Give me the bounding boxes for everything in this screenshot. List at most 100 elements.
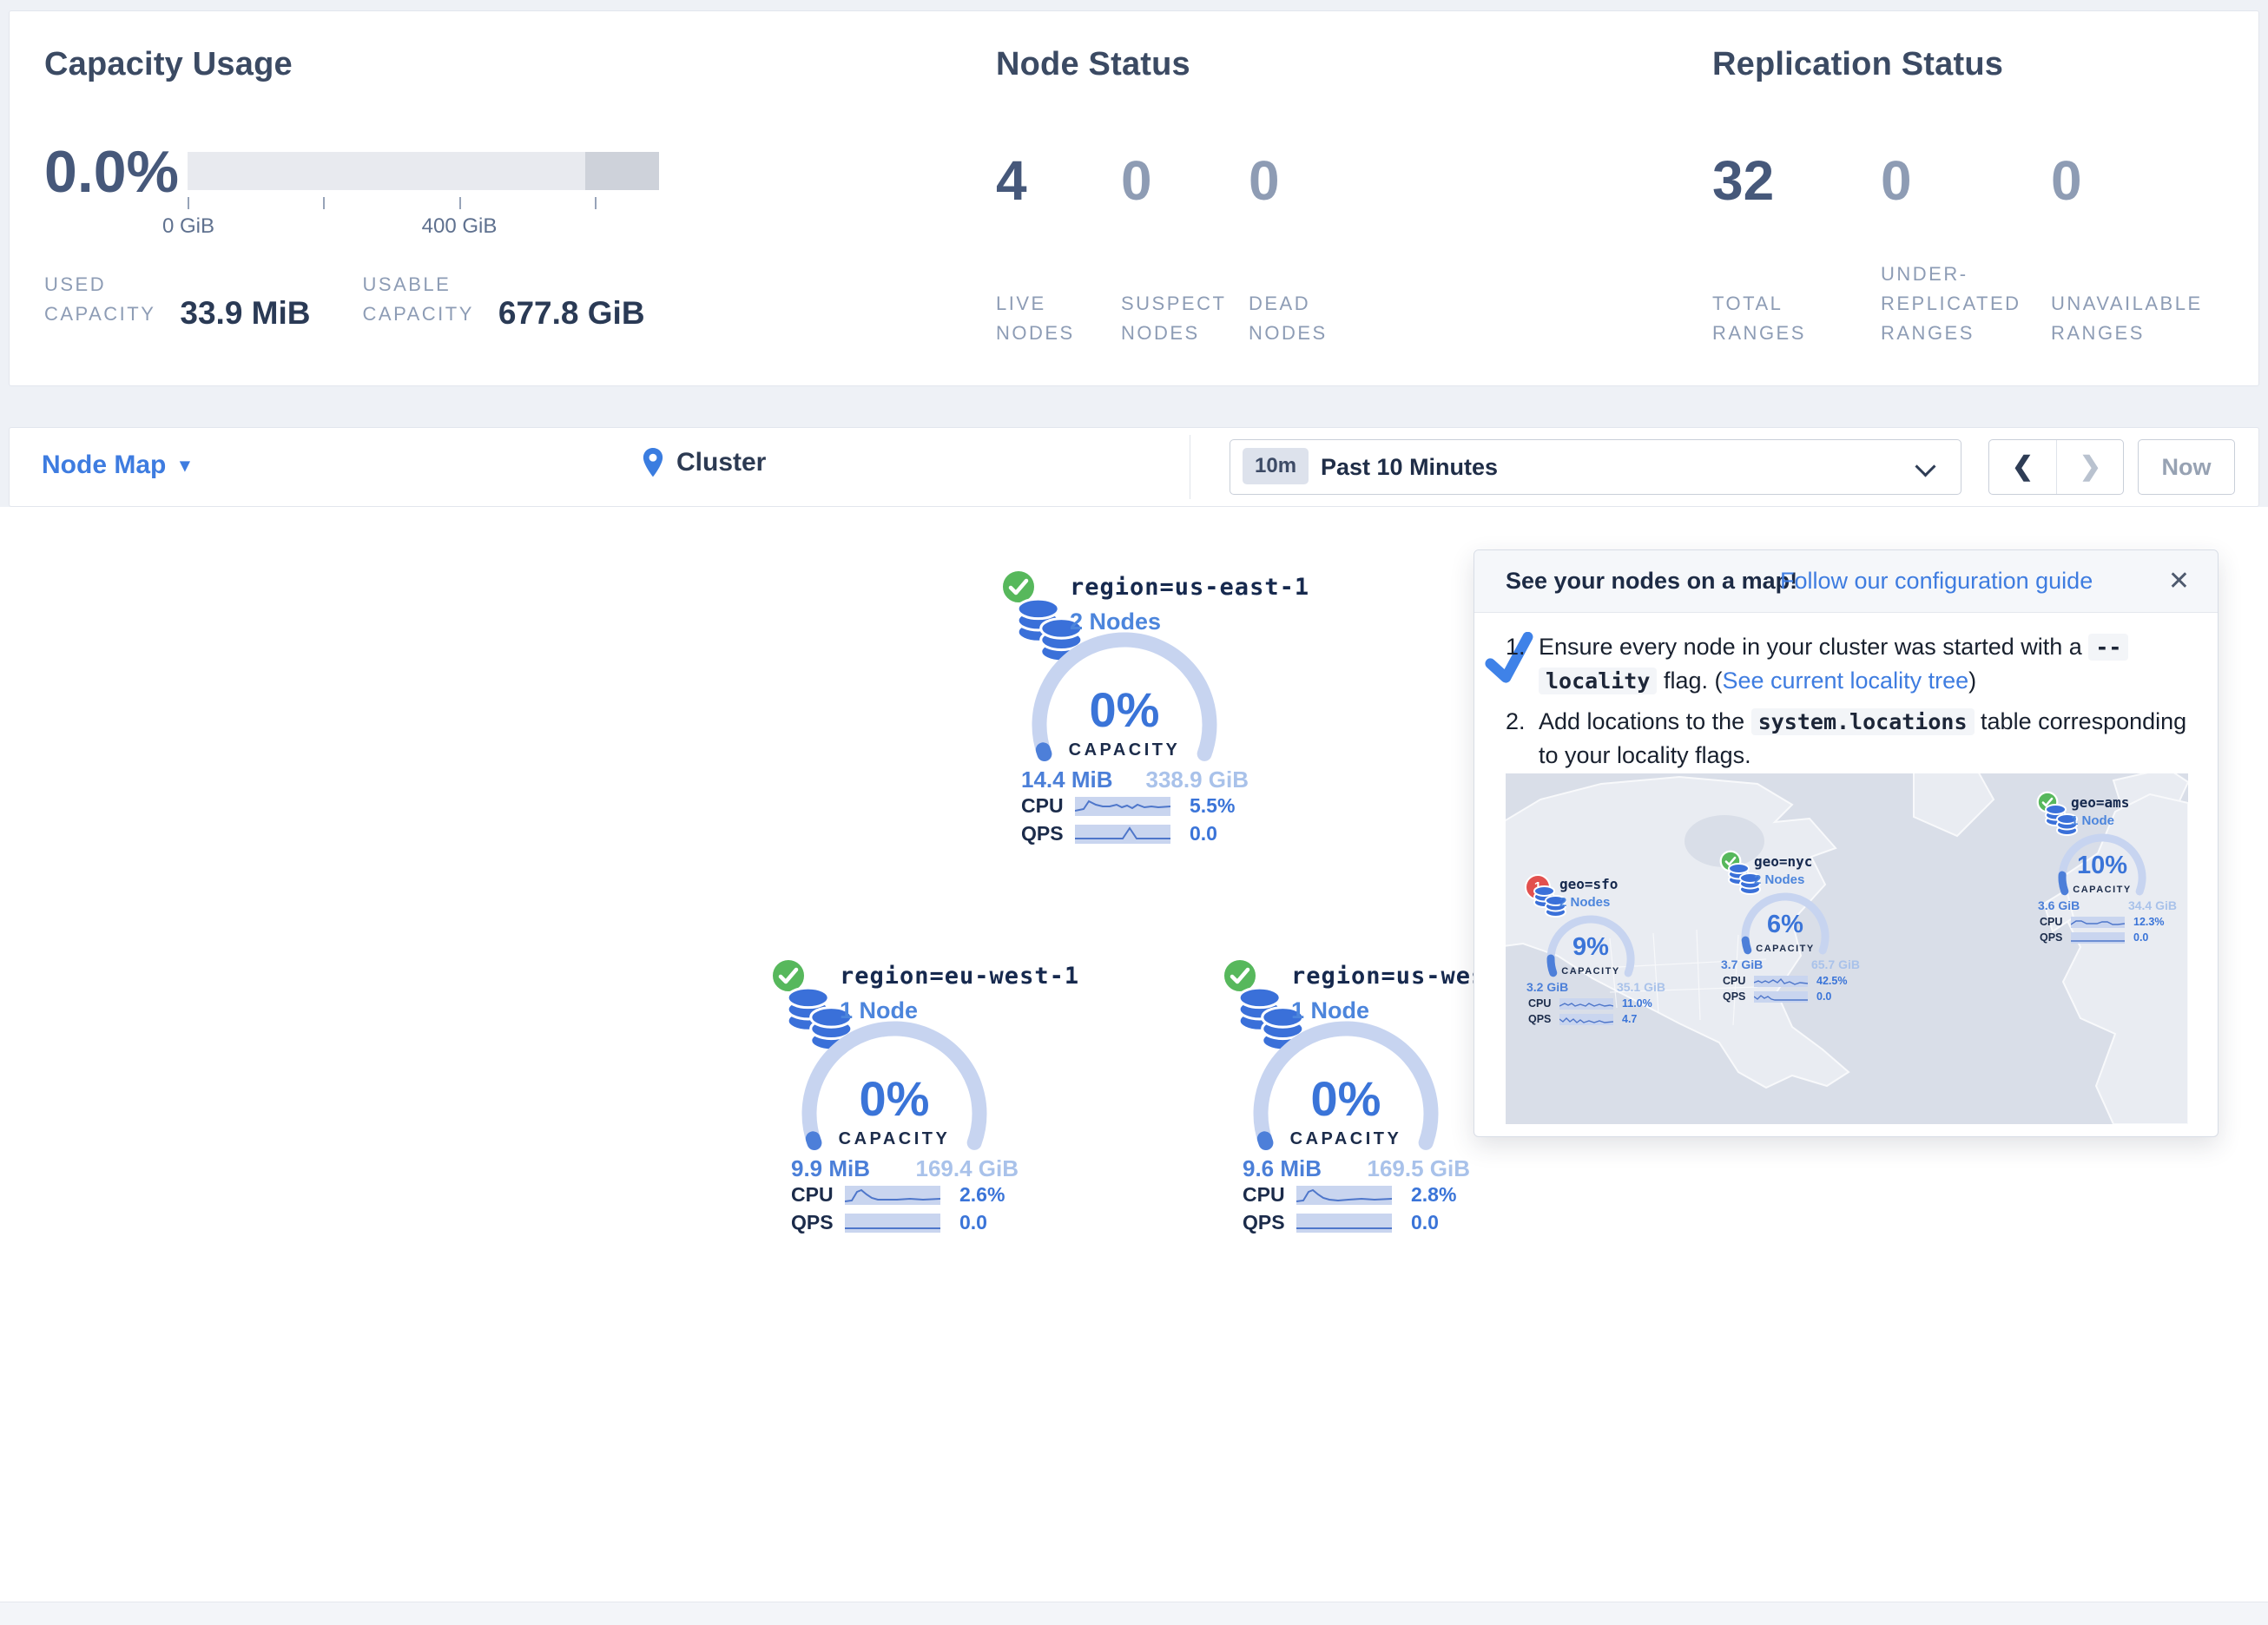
cpu-label: CPU bbox=[1021, 794, 1075, 818]
step-number: 1. bbox=[1506, 630, 1526, 663]
region-locality: region=eu-west-1 bbox=[840, 963, 1079, 990]
axis-tick bbox=[188, 197, 189, 209]
node-map-page: Capacity Usage 0.0% 0 GiB 400 GiB USED C… bbox=[0, 0, 2268, 1625]
capacity-usage-title: Capacity Usage bbox=[44, 46, 293, 83]
total-ranges-label: TOTAL RANGES bbox=[1712, 289, 1806, 348]
qps-value: 0.0 bbox=[1190, 822, 1217, 845]
capacity-values: 14.4 MiB 338.9 GiB bbox=[1021, 766, 1249, 793]
cpu-label: CPU bbox=[1723, 975, 1754, 987]
capacity-meta: USED CAPACITY 33.9 MiB USABLE CAPACITY 6… bbox=[44, 270, 645, 329]
capacity-percent: 6% bbox=[1733, 911, 1837, 939]
breadcrumb[interactable]: Cluster bbox=[642, 447, 766, 478]
suspect-nodes-label: SUSPECT NODES bbox=[1121, 289, 1226, 348]
code-chip: -- bbox=[2088, 634, 2128, 661]
capacity-percent: 9% bbox=[1539, 933, 1643, 962]
region-locality: region=us-east-1 bbox=[1070, 574, 1309, 601]
qps-value: 0.0 bbox=[959, 1211, 987, 1234]
cpu-value: 11.0% bbox=[1622, 997, 1652, 1010]
close-icon[interactable]: ✕ bbox=[2168, 566, 2190, 596]
cpu-metric: CPU 42.5% bbox=[1723, 975, 1847, 987]
capacity-bar bbox=[188, 152, 659, 190]
capacity-percent: 0% bbox=[1250, 1070, 1441, 1127]
cpu-value: 5.5% bbox=[1190, 794, 1235, 818]
cpu-value: 2.8% bbox=[1411, 1183, 1456, 1207]
qps-label: QPS bbox=[791, 1211, 845, 1234]
usable-capacity-label: USABLE CAPACITY bbox=[363, 270, 474, 329]
capacity-caption: CAPACITY bbox=[1733, 944, 1837, 954]
region-widget-eu-west-1[interactable]: region=eu-west-1 1 Node 0% CAPACITY 9.9 … bbox=[760, 949, 1046, 1248]
view-selector-dropdown[interactable]: Node Map ▾ bbox=[42, 451, 189, 480]
axis-tick bbox=[459, 197, 461, 209]
capacity-caption: CAPACITY bbox=[1250, 1129, 1441, 1149]
capacity-total: 169.4 GiB bbox=[915, 1155, 1019, 1182]
qps-sparkline bbox=[2071, 932, 2125, 944]
capacity-used: 3.2 GiB bbox=[1526, 980, 1568, 994]
popup-title: See your nodes on a map! bbox=[1506, 568, 1797, 595]
now-button[interactable]: Now bbox=[2138, 439, 2235, 495]
capacity-total: 34.4 GiB bbox=[2128, 898, 2177, 912]
qps-value: 0.0 bbox=[1816, 990, 1831, 1003]
qps-label: QPS bbox=[1243, 1211, 1296, 1234]
under-replicated-stat: 0 UNDER- REPLICATED RANGES bbox=[1881, 148, 2042, 348]
capacity-caption: CAPACITY bbox=[2050, 885, 2154, 895]
time-range-badge: 10m bbox=[1243, 448, 1309, 484]
region-locality: geo=ams bbox=[2071, 794, 2129, 811]
axis-tick bbox=[323, 197, 325, 209]
capacity-percent: 0.0% bbox=[44, 138, 179, 206]
qps-sparkline bbox=[1075, 825, 1170, 844]
capacity-total: 65.7 GiB bbox=[1811, 957, 1860, 971]
chevron-down-icon bbox=[1915, 456, 1935, 477]
step-number: 2. bbox=[1506, 705, 1526, 738]
popup-body: 1. Ensure every node in your cluster was… bbox=[1506, 630, 2192, 779]
time-step-back-button[interactable]: ❮ bbox=[1989, 440, 2057, 494]
qps-metric: QPS 0.0 bbox=[1243, 1211, 1439, 1234]
capacity-used: 9.6 MiB bbox=[1243, 1155, 1322, 1182]
qps-value: 4.7 bbox=[1622, 1013, 1637, 1025]
used-capacity-label: USED CAPACITY bbox=[44, 270, 155, 329]
view-selector-label: Node Map bbox=[42, 451, 166, 479]
unavailable-ranges-label: UNAVAILABLE RANGES bbox=[2051, 289, 2203, 348]
usable-capacity-value: 677.8 GiB bbox=[498, 295, 645, 332]
time-range-selector[interactable]: 10m Past 10 Minutes bbox=[1230, 439, 1961, 495]
timeline-footer bbox=[0, 1602, 2268, 1625]
live-nodes-count: 4 bbox=[996, 148, 1111, 213]
step-text: Ensure every node in your cluster was st… bbox=[1539, 634, 2082, 660]
cpu-sparkline bbox=[1754, 976, 1808, 987]
live-nodes-label: LIVE NODES bbox=[996, 289, 1075, 348]
qps-sparkline bbox=[1559, 1014, 1613, 1025]
dead-nodes-count: 0 bbox=[1249, 148, 1363, 213]
qps-value: 0.0 bbox=[1411, 1211, 1439, 1234]
code-chip: system.locations bbox=[1751, 708, 1975, 735]
used-capacity-value: 33.9 MiB bbox=[180, 295, 310, 332]
time-step-forward-button[interactable]: ❯ bbox=[2057, 440, 2124, 494]
dead-nodes-stat: 0 DEAD NODES bbox=[1249, 148, 1363, 348]
live-nodes-stat: 4 LIVE NODES bbox=[996, 148, 1111, 348]
capacity-values: 3.2 GiB 35.1 GiB bbox=[1526, 980, 1665, 994]
code-chip: locality bbox=[1539, 668, 1657, 694]
unavailable-ranges-count: 0 bbox=[2051, 148, 2225, 213]
capacity-percent: 0% bbox=[799, 1070, 990, 1127]
suspect-nodes-stat: 0 SUSPECT NODES bbox=[1121, 148, 1236, 348]
chevron-down-icon: ▾ bbox=[180, 454, 189, 477]
qps-label: QPS bbox=[2040, 931, 2071, 944]
qps-metric: QPS 0.0 bbox=[2040, 931, 2148, 944]
region-widget-us-east-1[interactable]: region=us-east-1 2 Nodes 0% CAPACITY 14.… bbox=[990, 560, 1276, 859]
capacity-caption: CAPACITY bbox=[799, 1129, 990, 1149]
capacity-total: 169.5 GiB bbox=[1367, 1155, 1470, 1182]
qps-sparkline bbox=[1754, 991, 1808, 1003]
view-toolbar: Node Map▾ Cluster 10m Past 10 Minutes ❮ … bbox=[9, 427, 2259, 507]
node-status-title: Node Status bbox=[996, 46, 1190, 83]
capacity-percent: 0% bbox=[1029, 681, 1220, 738]
axis-tick-label: 0 GiB bbox=[148, 214, 228, 239]
dead-nodes-label: DEAD NODES bbox=[1249, 289, 1328, 348]
popup-step-1: 1. Ensure every node in your cluster was… bbox=[1506, 630, 2192, 698]
region-widget-us-west-1[interactable]: region=us-west-1 1 Node 0% CAPACITY 9.6 … bbox=[1211, 949, 1498, 1248]
cpu-sparkline bbox=[1559, 998, 1613, 1010]
capacity-used: 3.7 GiB bbox=[1721, 957, 1763, 971]
capacity-values: 3.6 GiB 34.4 GiB bbox=[2038, 898, 2177, 912]
qps-metric: QPS 4.7 bbox=[1528, 1013, 1637, 1025]
capacity-used: 3.6 GiB bbox=[2038, 898, 2080, 912]
locality-tree-link[interactable]: See current locality tree bbox=[1722, 668, 1968, 694]
cpu-label: CPU bbox=[791, 1183, 845, 1207]
configuration-guide-link[interactable]: Follow our configuration guide bbox=[1780, 568, 2093, 595]
